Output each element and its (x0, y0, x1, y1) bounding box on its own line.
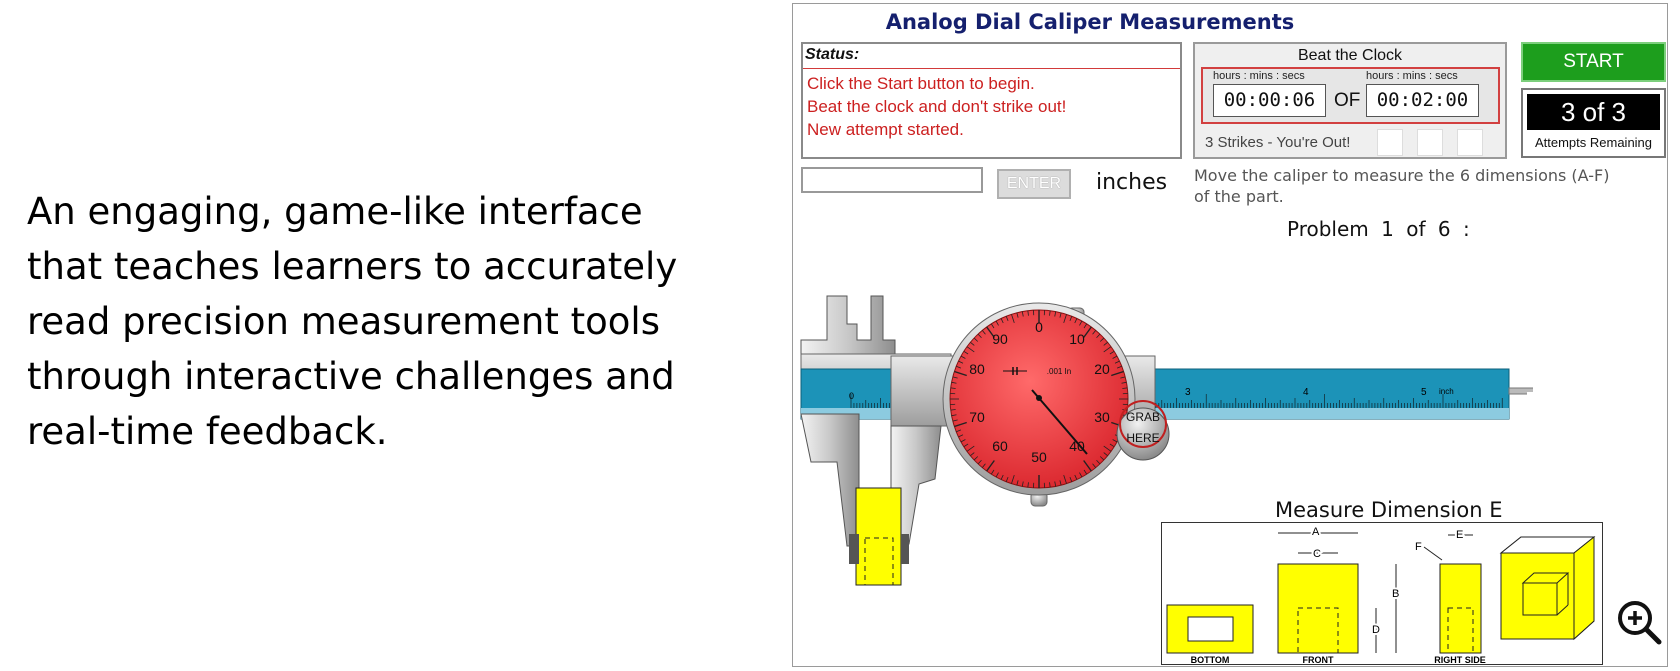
caliper-app: Analog Dial Caliper Measurements Status:… (792, 3, 1668, 667)
problem-label: Problem (1287, 217, 1369, 241)
strike-box (1417, 129, 1443, 156)
dial-number: 90 (992, 331, 1008, 347)
dim-label-f: F (1415, 541, 1422, 553)
dial-number: 80 (969, 361, 985, 377)
start-button[interactable]: START (1521, 42, 1666, 82)
clock-title: Beat the Clock (1195, 47, 1505, 65)
dial-number: 20 (1094, 361, 1110, 377)
status-message: Beat the clock and don't strike out! (807, 95, 1066, 118)
strike-box (1457, 129, 1483, 156)
problem-counter: Problem 1 of 6 : (1287, 217, 1470, 241)
description-line: through interactive challenges and (27, 349, 727, 404)
limit-unit-label: hours : mins : secs (1366, 70, 1458, 82)
instructions: Move the caliper to measure the 6 dimens… (1194, 165, 1614, 207)
of-label: OF (1334, 90, 1360, 112)
enter-button[interactable]: ENTER (997, 169, 1071, 199)
description-line: that teaches learners to accurately (27, 239, 727, 294)
clock-display: hours : mins : secs hours : mins : secs … (1201, 67, 1500, 124)
problem-total: 6 (1438, 217, 1451, 241)
bottom-view-label: BOTTOM (1191, 655, 1230, 665)
scale-number: 3 (1185, 387, 1191, 398)
elapsed-unit-label: hours : mins : secs (1213, 70, 1305, 82)
status-message: Click the Start button to begin. (807, 72, 1066, 95)
dial-number: 40 (1069, 438, 1085, 454)
scale-number: 4 (1303, 387, 1309, 398)
description-line: read precision measurement tools (27, 294, 727, 349)
scale-unit: inch (1439, 387, 1454, 396)
part-drawing: BOTTOM FRONT A C B D RIGHT SIDE E F (1161, 522, 1603, 665)
measure-title: Measure Dimension E (1275, 498, 1503, 522)
strike-box (1377, 129, 1403, 156)
status-divider (803, 68, 1180, 69)
dial-number: 0 (1035, 319, 1043, 335)
strikes-label: 3 Strikes - You're Out! (1205, 134, 1350, 151)
problem-of: of (1406, 217, 1425, 241)
dial-number: 50 (1031, 449, 1047, 465)
jaw-shadow (849, 534, 859, 564)
dial-number: 70 (969, 409, 985, 425)
dim-label-d: D (1372, 624, 1380, 636)
dim-label-c: C (1313, 548, 1321, 560)
part-views: BOTTOM FRONT A C B D RIGHT SIDE E F (1162, 523, 1604, 666)
description-line: real-time feedback. (27, 404, 727, 459)
dim-label-a: A (1312, 526, 1320, 538)
dim-leader-f (1424, 547, 1442, 560)
dial-unit-label: .001 In (1047, 367, 1071, 376)
answer-input[interactable] (801, 167, 983, 193)
beat-the-clock-panel: Beat the Clock hours : mins : secs hours… (1193, 42, 1507, 159)
grab-label: GRAB (1126, 410, 1160, 424)
problem-current: 1 (1381, 217, 1394, 241)
app-title: Analog Dial Caliper Measurements (793, 10, 1387, 34)
jaw-shadow (901, 534, 909, 564)
time-limit: 00:02:00 (1366, 84, 1479, 117)
depth-rod-tip (1527, 392, 1533, 396)
attempts-label: Attempts Remaining (1523, 135, 1664, 150)
attempts-count: 3 of 3 (1527, 94, 1660, 130)
dial-number: 60 (992, 438, 1008, 454)
unit-label: inches (1096, 170, 1167, 195)
problem-suffix: : (1463, 217, 1470, 241)
status-message: New attempt started. (807, 118, 1066, 141)
status-panel: Status: Click the Start button to begin.… (801, 42, 1182, 159)
dim-label-b: B (1392, 588, 1399, 600)
dial-number: 30 (1094, 409, 1110, 425)
dim-label-e: E (1456, 529, 1463, 541)
isometric-view (1501, 537, 1594, 639)
status-label: Status: (805, 46, 859, 64)
right-side-view-label: RIGHT SIDE (1434, 655, 1486, 665)
front-view-label: FRONT (1303, 655, 1334, 665)
zoom-in-icon[interactable] (1615, 598, 1663, 646)
workpiece (856, 488, 901, 585)
elapsed-time: 00:00:06 (1213, 84, 1326, 117)
grab-label: HERE (1126, 431, 1159, 445)
description-line: An engaging, game-like interface (27, 184, 727, 239)
dial-number: 10 (1069, 331, 1085, 347)
attempts-panel: 3 of 3 Attempts Remaining (1521, 88, 1666, 158)
description-text: An engaging, game-like interface that te… (27, 184, 727, 459)
status-messages: Click the Start button to begin. Beat th… (807, 72, 1066, 141)
fixed-lower-jaw (801, 414, 859, 546)
dial-pivot (1036, 395, 1042, 401)
scale-number: 0 (849, 391, 854, 401)
scale-number: 5 (1421, 387, 1427, 398)
bottom-view-hole (1188, 617, 1233, 641)
